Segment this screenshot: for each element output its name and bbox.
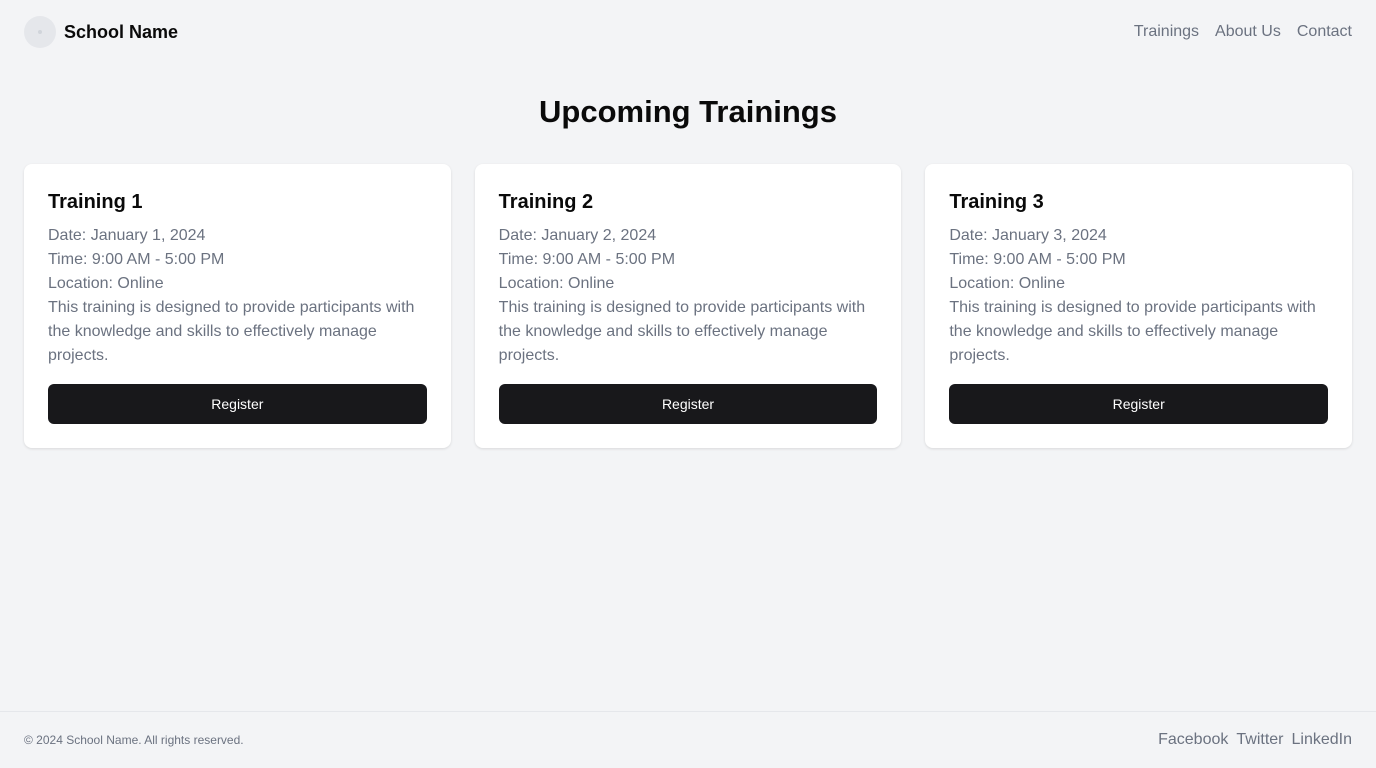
training-time: Time: 9:00 AM - 5:00 PM <box>949 251 1126 268</box>
social-link-facebook[interactable]: Facebook <box>1158 731 1228 749</box>
nav-link-about-us[interactable]: About Us <box>1215 23 1281 41</box>
page-title: Upcoming Trainings <box>539 94 837 129</box>
training-description: This training is designed to provide par… <box>949 299 1316 364</box>
logo-icon <box>24 16 56 48</box>
training-location: Location: Online <box>949 275 1065 292</box>
training-location: Location: Online <box>48 275 164 292</box>
nav-link-trainings[interactable]: Trainings <box>1134 23 1199 41</box>
training-list: Training 1 Date: January 1, 2024 Time: 9… <box>24 164 1353 448</box>
social-link-twitter[interactable]: Twitter <box>1236 731 1283 749</box>
register-button[interactable]: Register <box>498 384 878 424</box>
page: School Name Trainings About Us Contact U… <box>0 0 1376 768</box>
training-date: Date: January 1, 2024 <box>48 227 206 244</box>
social-links: Facebook Twitter LinkedIn <box>1158 731 1352 749</box>
training-card: Training 2 Date: January 2, 2024 Time: 9… <box>474 164 902 448</box>
register-button[interactable]: Register <box>48 384 427 424</box>
site-header: School Name Trainings About Us Contact <box>0 0 1376 64</box>
training-title: Training 3 <box>949 191 1044 213</box>
training-time: Time: 9:00 AM - 5:00 PM <box>498 251 676 268</box>
social-link-linkedin[interactable]: LinkedIn <box>1292 731 1353 749</box>
nav-link-contact[interactable]: Contact <box>1297 23 1352 41</box>
main-nav: Trainings About Us Contact <box>1134 23 1352 41</box>
register-button[interactable]: Register <box>949 384 1329 424</box>
training-description: This training is designed to provide par… <box>48 299 415 364</box>
training-date: Date: January 2, 2024 <box>498 227 657 244</box>
brand-name: School Name <box>64 21 179 42</box>
training-card: Training 1 Date: January 1, 2024 Time: 9… <box>24 164 451 448</box>
training-title: Training 1 <box>48 191 143 213</box>
training-title: Training 2 <box>498 191 594 213</box>
training-card: Training 3 Date: January 3, 2024 Time: 9… <box>925 164 1353 448</box>
brand-link[interactable]: School Name <box>24 16 178 48</box>
training-date: Date: January 3, 2024 <box>949 227 1107 244</box>
copyright-text: © 2024 School Name. All rights reserved. <box>24 733 244 747</box>
site-footer: © 2024 School Name. All rights reserved.… <box>0 711 1376 768</box>
training-description: This training is designed to provide par… <box>498 299 866 364</box>
training-location: Location: Online <box>498 275 615 292</box>
training-time: Time: 9:00 AM - 5:00 PM <box>48 251 225 268</box>
